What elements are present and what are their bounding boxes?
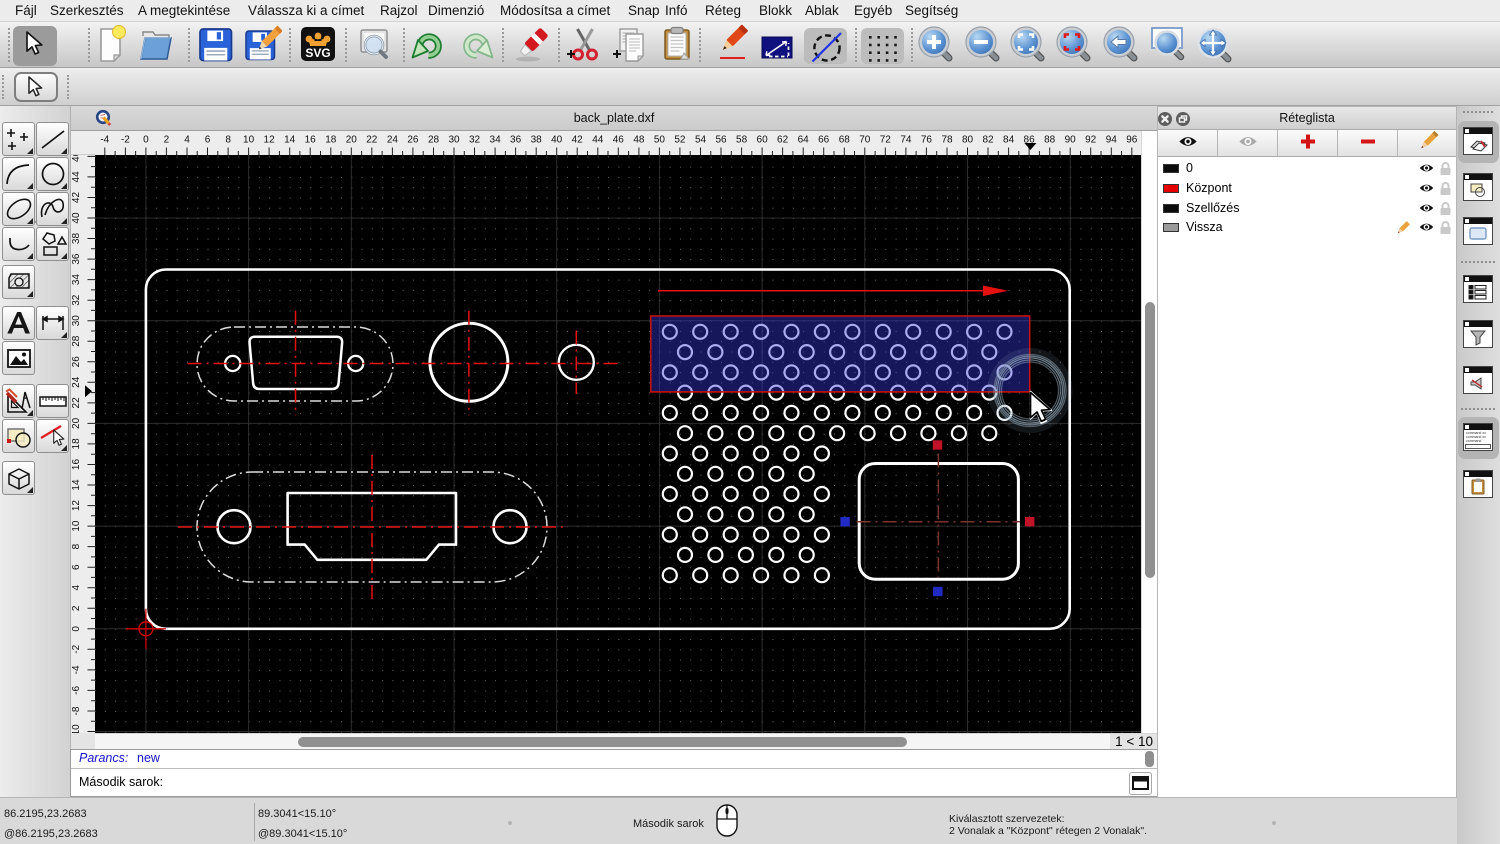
svg-text:14: 14 — [284, 135, 296, 146]
svg-text:88: 88 — [1044, 135, 1056, 146]
svg-text:-8: -8 — [71, 706, 82, 715]
svg-text:44: 44 — [71, 171, 82, 183]
svg-text:2: 2 — [164, 135, 170, 146]
svg-text:26: 26 — [407, 135, 419, 146]
svg-text:84: 84 — [1003, 135, 1015, 146]
svg-text:44: 44 — [592, 135, 604, 146]
svg-text:12: 12 — [71, 500, 82, 512]
svg-text:40: 40 — [71, 212, 82, 224]
svg-text:46: 46 — [71, 155, 82, 162]
svg-text:40: 40 — [551, 135, 563, 146]
svg-text:30: 30 — [448, 135, 460, 146]
svg-text:0: 0 — [143, 135, 149, 146]
svg-text:76: 76 — [921, 135, 933, 146]
svg-text:28: 28 — [71, 335, 82, 347]
svg-text:34: 34 — [490, 135, 502, 146]
svg-text:24: 24 — [387, 135, 399, 146]
svg-text:72: 72 — [880, 135, 892, 146]
svg-text:20: 20 — [346, 135, 358, 146]
svg-text:90: 90 — [1065, 135, 1077, 146]
svg-text:16: 16 — [71, 459, 82, 471]
svg-text:4: 4 — [184, 135, 190, 146]
svg-text:54: 54 — [695, 135, 707, 146]
svg-text:28: 28 — [428, 135, 440, 146]
svg-text:82: 82 — [982, 135, 994, 146]
svg-text:46: 46 — [613, 135, 625, 146]
svg-text:62: 62 — [777, 135, 789, 146]
svg-text:60: 60 — [757, 135, 769, 146]
svg-text:30: 30 — [71, 315, 82, 327]
svg-text:18: 18 — [71, 438, 82, 450]
svg-text:-4: -4 — [100, 135, 109, 146]
svg-text:6: 6 — [205, 135, 211, 146]
svg-text:8: 8 — [71, 543, 82, 549]
svg-text:66: 66 — [818, 135, 830, 146]
svg-text:22: 22 — [71, 397, 82, 409]
svg-text:24: 24 — [71, 376, 82, 388]
svg-text:58: 58 — [736, 135, 748, 146]
svg-text:42: 42 — [71, 192, 82, 204]
svg-text:4: 4 — [71, 584, 82, 590]
svg-text:-6: -6 — [71, 686, 82, 695]
svg-text:2: 2 — [71, 605, 82, 611]
svg-text:10: 10 — [71, 520, 82, 532]
svg-text:-2: -2 — [71, 644, 82, 653]
svg-text:22: 22 — [366, 135, 378, 146]
svg-text:-4: -4 — [71, 665, 82, 674]
svg-text:52: 52 — [674, 135, 686, 146]
svg-text:-2: -2 — [121, 135, 130, 146]
svg-text:92: 92 — [1085, 135, 1097, 146]
svg-text:42: 42 — [572, 135, 584, 146]
svg-text:64: 64 — [798, 135, 810, 146]
svg-text:20: 20 — [71, 417, 82, 429]
svg-text:14: 14 — [71, 479, 82, 491]
svg-text:96: 96 — [1126, 135, 1138, 146]
svg-text:78: 78 — [941, 135, 953, 146]
svg-text:80: 80 — [962, 135, 974, 146]
svg-text:50: 50 — [654, 135, 666, 146]
svg-text:6: 6 — [71, 564, 82, 570]
svg-text:8: 8 — [225, 135, 231, 146]
svg-text:48: 48 — [633, 135, 645, 146]
svg-text:-10: -10 — [71, 724, 82, 733]
svg-text:16: 16 — [305, 135, 317, 146]
svg-text:32: 32 — [469, 135, 481, 146]
svg-text:0: 0 — [71, 626, 82, 632]
svg-text:38: 38 — [71, 233, 82, 245]
svg-text:38: 38 — [531, 135, 543, 146]
svg-text:68: 68 — [839, 135, 851, 146]
svg-text:56: 56 — [715, 135, 727, 146]
svg-text:SVG: SVG — [305, 46, 330, 60]
svg-text:34: 34 — [71, 274, 82, 286]
svg-text:32: 32 — [71, 294, 82, 306]
svg-text:18: 18 — [325, 135, 337, 146]
svg-text:10: 10 — [243, 135, 255, 146]
svg-text:12: 12 — [264, 135, 276, 146]
svg-text:74: 74 — [900, 135, 912, 146]
svg-text:36: 36 — [510, 135, 522, 146]
svg-text:36: 36 — [71, 253, 82, 265]
svg-text:26: 26 — [71, 356, 82, 368]
svg-text:94: 94 — [1106, 135, 1118, 146]
svg-text:70: 70 — [859, 135, 871, 146]
